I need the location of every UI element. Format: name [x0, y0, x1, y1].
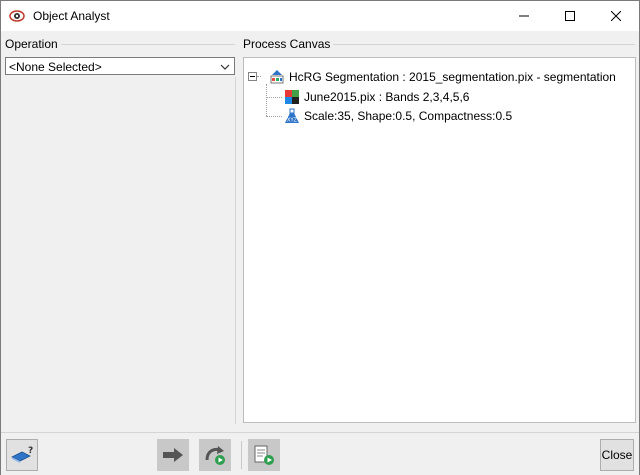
svg-text:XYZ: XYZ	[287, 118, 297, 124]
tree-child-node[interactable]: June2015.pix : Bands 2,3,4,5,6	[284, 88, 469, 106]
raster-bands-icon	[284, 89, 300, 105]
operation-group-divider	[51, 44, 235, 45]
eye-app-icon	[9, 8, 25, 24]
chevron-down-icon	[220, 61, 230, 75]
tree-child-label: Scale:35, Shape:0.5, Compactness:0.5	[304, 109, 513, 123]
maximize-button[interactable]	[547, 1, 593, 31]
title-bar: Object Analyst	[1, 1, 639, 31]
tree-connector	[266, 116, 282, 117]
operation-selected-value: <None Selected>	[9, 60, 102, 74]
tree-child-node[interactable]: XYZ Scale:35, Shape:0.5, Compactness:0.5	[284, 107, 512, 125]
minimize-icon	[519, 15, 529, 17]
operation-group-label: Operation	[5, 37, 61, 51]
toolbar-separator	[241, 441, 242, 469]
arrow-right-icon	[163, 448, 183, 462]
process-canvas[interactable]: HcRG Segmentation : 2015_segmentation.pi…	[243, 57, 636, 423]
help-button[interactable]: ?	[6, 439, 38, 471]
operation-dropdown[interactable]: <None Selected>	[5, 57, 235, 75]
canvas-group-divider	[321, 44, 635, 45]
svg-text:?: ?	[28, 446, 33, 456]
tree-connector	[266, 84, 267, 116]
maximize-icon	[565, 11, 575, 21]
footer-toolbar: ? Close	[1, 432, 639, 475]
window-title: Object Analyst	[33, 9, 110, 23]
close-button[interactable]: Close	[600, 439, 634, 471]
close-icon	[611, 11, 621, 21]
script-run-icon	[254, 445, 274, 465]
canvas-group-label: Process Canvas	[243, 37, 334, 51]
redo-run-icon	[205, 446, 225, 465]
book-help-icon: ?	[11, 446, 33, 463]
segmentation-icon	[269, 69, 285, 85]
run-script-button[interactable]	[248, 439, 280, 471]
flask-parameters-icon: XYZ	[284, 108, 300, 124]
minimize-button[interactable]	[501, 1, 547, 31]
tree-child-label: June2015.pix : Bands 2,3,4,5,6	[304, 90, 470, 104]
operation-panel	[5, 77, 236, 424]
next-step-button[interactable]	[157, 439, 189, 471]
tree-connector	[266, 97, 282, 98]
tree-root-label: HcRG Segmentation : 2015_segmentation.pi…	[289, 70, 616, 84]
object-analyst-window: Object Analyst Operation <None Selected>…	[0, 0, 640, 475]
tree-connector	[257, 76, 261, 77]
run-button[interactable]	[199, 439, 231, 471]
tree-collapse-toggle[interactable]	[248, 72, 257, 81]
tree-root-node[interactable]: HcRG Segmentation : 2015_segmentation.pi…	[269, 68, 616, 86]
window-close-button[interactable]	[593, 1, 639, 31]
